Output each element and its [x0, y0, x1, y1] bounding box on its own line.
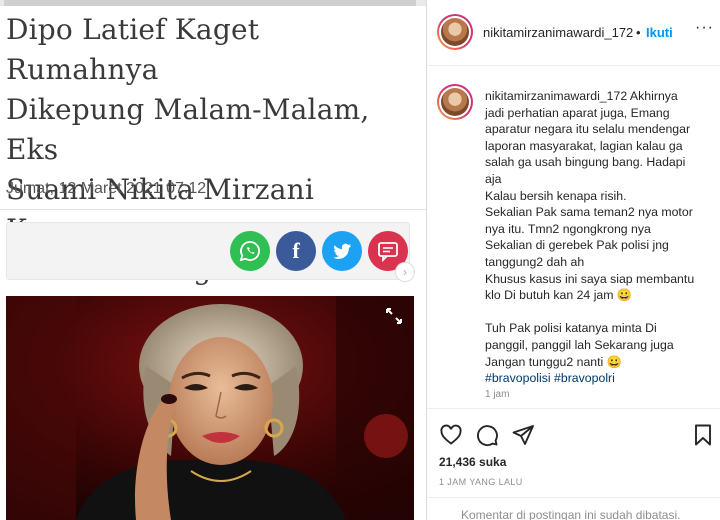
share-icon[interactable]: [511, 423, 535, 447]
headline-line: Dipo Latief Kaget Rumahnya: [6, 13, 260, 86]
hashtag-links[interactable]: #bravopolisi #bravopolri: [485, 370, 713, 387]
caption-timestamp: 1 jam: [485, 389, 510, 400]
comments-restricted-notice: Komentar di postingan ini sudah dibatasi…: [427, 497, 720, 520]
caption-line: Sekalian Pak sama teman2 nya motor: [485, 205, 693, 220]
post-image: Dipo Latief Kaget Rumahnya Dikepung Mala…: [0, 0, 426, 520]
caption-line: Khusus kasus ini saya siap membantu: [485, 271, 695, 286]
caption-username[interactable]: nikitamirzanimawardi_172: [485, 89, 627, 103]
caption-line: jadi perhatian aparat juga, Emang: [485, 105, 670, 120]
divider: [0, 209, 426, 210]
comment-bubble-icon[interactable]: [475, 423, 499, 447]
article-photo: [6, 296, 414, 520]
post-actions: 21,436 suka 1 JAM YANG LALU Komentar di …: [427, 408, 720, 520]
headline-line: Dikepung Malam-Malam, Eks: [6, 93, 370, 166]
post-caption: nikitamirzanimawardi_172 Akhirnya jadi p…: [485, 88, 713, 387]
like-count[interactable]: 21,436 suka: [439, 455, 506, 469]
article-date: Jumat, 12 Maret 2021 07:12: [6, 180, 207, 197]
caption-line: klo Di butuh kan 24 jam 😀: [485, 288, 633, 303]
facebook-icon: f: [292, 238, 300, 263]
caption-line: nya itu. Tmn2 ngongkrong nya: [485, 221, 651, 236]
post-sidebar: nikitamirzanimawardi_172 • Ikuti ··· nik…: [427, 0, 720, 520]
username-link[interactable]: nikitamirzanimawardi_172: [483, 25, 633, 40]
article-scrollbar-track: [0, 0, 426, 6]
heart-icon[interactable]: [439, 423, 463, 447]
avatar[interactable]: [437, 14, 473, 50]
comments-restricted-text: Komentar di postingan ini sudah dibatasi…: [461, 508, 681, 520]
caption-line: aja: [485, 171, 502, 186]
caption-line: panggil, panggil lah Sekarang juga: [485, 337, 674, 352]
caption-line: Jangan tunggu2 nanti 😀: [485, 354, 623, 369]
whatsapp-share-button: [230, 231, 270, 271]
follow-button[interactable]: Ikuti: [646, 25, 673, 40]
caption-line: aparatur negara itu selalu mendengar: [485, 122, 691, 137]
whatsapp-icon: [239, 241, 260, 262]
share-bar: f: [6, 222, 410, 280]
caption-line: tanggung2 dah ah: [485, 254, 585, 269]
expand-icon: [386, 308, 402, 324]
twitter-share-button: [322, 231, 362, 271]
post-timestamp: 1 JAM YANG LALU: [439, 477, 523, 487]
facebook-share-button: f: [276, 231, 316, 271]
post-header: nikitamirzanimawardi_172 • Ikuti ···: [427, 0, 720, 66]
bookmark-icon[interactable]: [691, 423, 715, 447]
caption-avatar[interactable]: [437, 84, 473, 120]
more-options-icon[interactable]: ···: [695, 19, 714, 37]
caption-line: salah ga usah bingung bang. Hadapi: [485, 155, 686, 170]
woman-portrait-illustration: [6, 296, 414, 520]
caption-line: laporan masyarakat, lagian kalau ga: [485, 138, 683, 153]
caption-line: Sekalian di gerebek Pak polisi jng: [485, 238, 669, 253]
caption-line: Akhirnya: [629, 89, 678, 103]
caption-line: Tuh Pak polisi katanya minta Di: [485, 321, 657, 336]
twitter-icon: [332, 243, 352, 260]
caption-line: Kalau bersih kenapa risih.: [485, 188, 627, 203]
article-scrollbar: [4, 0, 416, 6]
comment-icon: [378, 242, 398, 263]
separator-dot: •: [636, 25, 641, 40]
chevron-right-icon: ›: [395, 262, 415, 282]
